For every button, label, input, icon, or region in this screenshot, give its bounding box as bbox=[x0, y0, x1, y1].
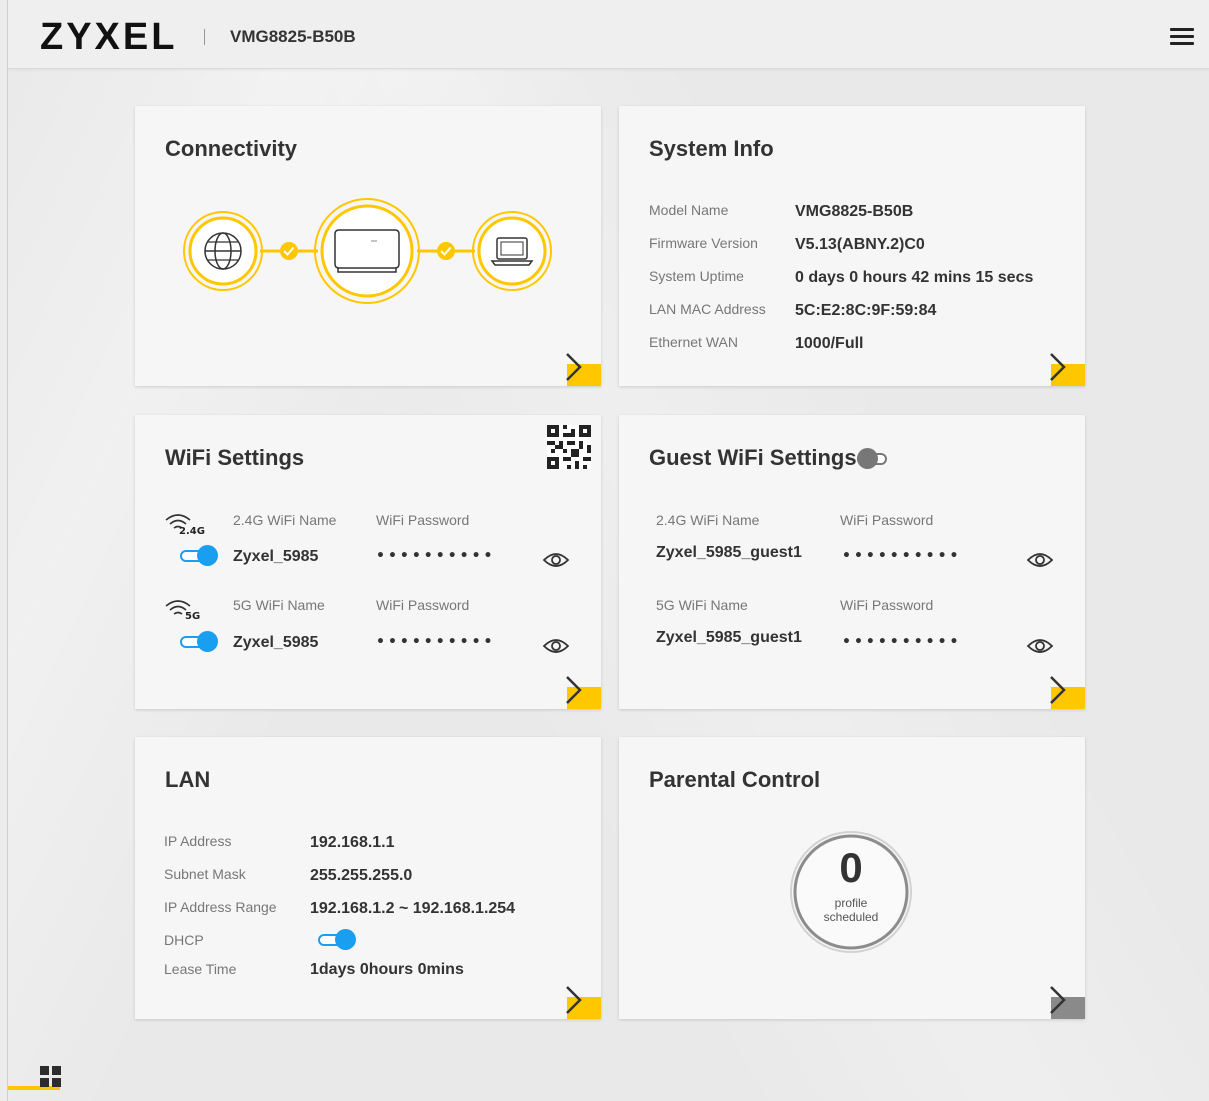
lan-value: 192.168.1.2 ~ 192.168.1.254 bbox=[310, 900, 516, 917]
guest-wifi-password: •••••••••• bbox=[842, 548, 962, 564]
info-label: System Uptime bbox=[649, 268, 744, 284]
wifi-name: Zyxel_5985 bbox=[233, 634, 319, 651]
card-title: Guest WiFi Settings bbox=[649, 445, 857, 470]
lan-value: 1days 0hours 0mins bbox=[310, 961, 464, 978]
lan-label: IP Address Range bbox=[164, 899, 277, 915]
band-badge: 5G bbox=[185, 611, 201, 622]
info-value: VMG8825-B50B bbox=[795, 203, 914, 220]
info-value: 0 days 0 hours 42 mins 15 secs bbox=[795, 269, 1034, 286]
info-label: Model Name bbox=[649, 202, 729, 218]
grid-view-icon[interactable] bbox=[40, 1066, 62, 1088]
wifi-password: •••••••••• bbox=[376, 634, 496, 650]
lan-more-button[interactable] bbox=[566, 986, 601, 1019]
system-info-card[interactable]: System Info Model Name VMG8825-B50B Firm… bbox=[619, 106, 1085, 386]
connectivity-diagram bbox=[183, 198, 552, 304]
lan-label: Subnet Mask bbox=[164, 866, 246, 882]
guest-wifi-toggle[interactable] bbox=[857, 448, 895, 469]
logo-separator bbox=[204, 29, 205, 45]
laptop-icon bbox=[472, 211, 552, 291]
wifi-name: Zyxel_5985 bbox=[233, 548, 319, 565]
top-bar: ZYXEL VMG8825-B50B bbox=[8, 0, 1209, 69]
info-value: 5C:E2:8C:9F:59:84 bbox=[795, 302, 937, 319]
lan-value: 192.168.1.1 bbox=[310, 834, 395, 851]
qr-code-icon[interactable] bbox=[547, 425, 591, 469]
globe-icon bbox=[183, 211, 263, 291]
wifi-more-button[interactable] bbox=[566, 676, 601, 709]
caption-line: profile bbox=[834, 896, 868, 910]
wifi-password: •••••••••• bbox=[376, 548, 496, 564]
wifi-password-label: WiFi Password bbox=[840, 512, 934, 528]
info-value: 1000/Full bbox=[795, 335, 864, 352]
profile-count-caption: profile scheduled bbox=[789, 896, 913, 924]
guest-wifi-name: Zyxel_5985_guest1 bbox=[656, 629, 802, 646]
caption-line: scheduled bbox=[823, 910, 879, 924]
info-label: Ethernet WAN bbox=[649, 334, 738, 350]
lan-label: IP Address bbox=[164, 833, 232, 849]
hamburger-menu-icon[interactable] bbox=[1170, 28, 1194, 46]
profile-count: 0 bbox=[839, 844, 863, 891]
chevron-right-icon bbox=[566, 986, 582, 1014]
lan-label: Lease Time bbox=[164, 961, 237, 977]
info-label: Firmware Version bbox=[649, 235, 758, 251]
dhcp-toggle[interactable] bbox=[318, 929, 356, 950]
parental-control-card[interactable]: Parental Control 0 profile scheduled bbox=[619, 737, 1085, 1019]
lan-card[interactable]: LAN IP Address 192.168.1.1 Subnet Mask 2… bbox=[135, 737, 601, 1019]
brand-logo: ZYXEL bbox=[40, 16, 178, 58]
parental-more-button[interactable] bbox=[1050, 986, 1085, 1019]
wifi-password-label: WiFi Password bbox=[376, 597, 470, 613]
band-badge: 2.4G bbox=[179, 526, 205, 537]
eye-icon[interactable] bbox=[542, 550, 570, 570]
guest-wifi-card[interactable]: Guest WiFi Settings 2.4G WiFi Name WiFi … bbox=[619, 415, 1085, 709]
guest-wifi-password: •••••••••• bbox=[842, 634, 962, 650]
wifi-name-label: 5G WiFi Name bbox=[233, 597, 325, 613]
chevron-right-icon bbox=[1050, 353, 1066, 381]
info-label: LAN MAC Address bbox=[649, 301, 766, 317]
chevron-right-icon bbox=[1050, 676, 1066, 704]
lan-label: DHCP bbox=[164, 932, 204, 948]
check-icon bbox=[280, 242, 298, 260]
wifi-name-label: 2.4G WiFi Name bbox=[233, 512, 337, 528]
chevron-right-icon bbox=[1050, 986, 1066, 1014]
chevron-right-icon bbox=[566, 676, 582, 704]
info-value: V5.13(ABNY.2)C0 bbox=[795, 236, 925, 253]
dashboard-page: ZYXEL VMG8825-B50B Connectivity System I… bbox=[7, 0, 1209, 1101]
model-name: VMG8825-B50B bbox=[230, 27, 356, 46]
eye-icon[interactable] bbox=[542, 636, 570, 656]
wifi-24g-toggle[interactable] bbox=[180, 545, 218, 566]
guest-wifi-name: Zyxel_5985_guest1 bbox=[656, 544, 802, 561]
card-title: LAN bbox=[165, 767, 211, 792]
connectivity-card[interactable]: Connectivity bbox=[135, 106, 601, 386]
wifi-settings-card[interactable]: WiFi Settings 2.4G 2.4G WiFi Name WiFi P… bbox=[135, 415, 601, 709]
eye-icon[interactable] bbox=[1026, 636, 1054, 656]
wifi-5g-toggle[interactable] bbox=[180, 631, 218, 652]
wifi-name-label: 2.4G WiFi Name bbox=[656, 512, 760, 528]
card-title: Parental Control bbox=[649, 767, 821, 792]
lan-value: 255.255.255.0 bbox=[310, 867, 413, 884]
system-info-more-button[interactable] bbox=[1050, 353, 1085, 386]
wifi-name-label: 5G WiFi Name bbox=[656, 597, 748, 613]
router-icon bbox=[314, 198, 420, 304]
wifi-password-label: WiFi Password bbox=[840, 597, 934, 613]
card-title: WiFi Settings bbox=[165, 445, 305, 470]
eye-icon[interactable] bbox=[1026, 550, 1054, 570]
check-icon bbox=[437, 242, 455, 260]
profile-count-ring: 0 profile scheduled bbox=[789, 830, 913, 954]
chevron-right-icon bbox=[566, 353, 582, 381]
guest-wifi-more-button[interactable] bbox=[1050, 676, 1085, 709]
card-title: System Info bbox=[649, 136, 774, 161]
connectivity-more-button[interactable] bbox=[566, 353, 601, 386]
wifi-password-label: WiFi Password bbox=[376, 512, 470, 528]
